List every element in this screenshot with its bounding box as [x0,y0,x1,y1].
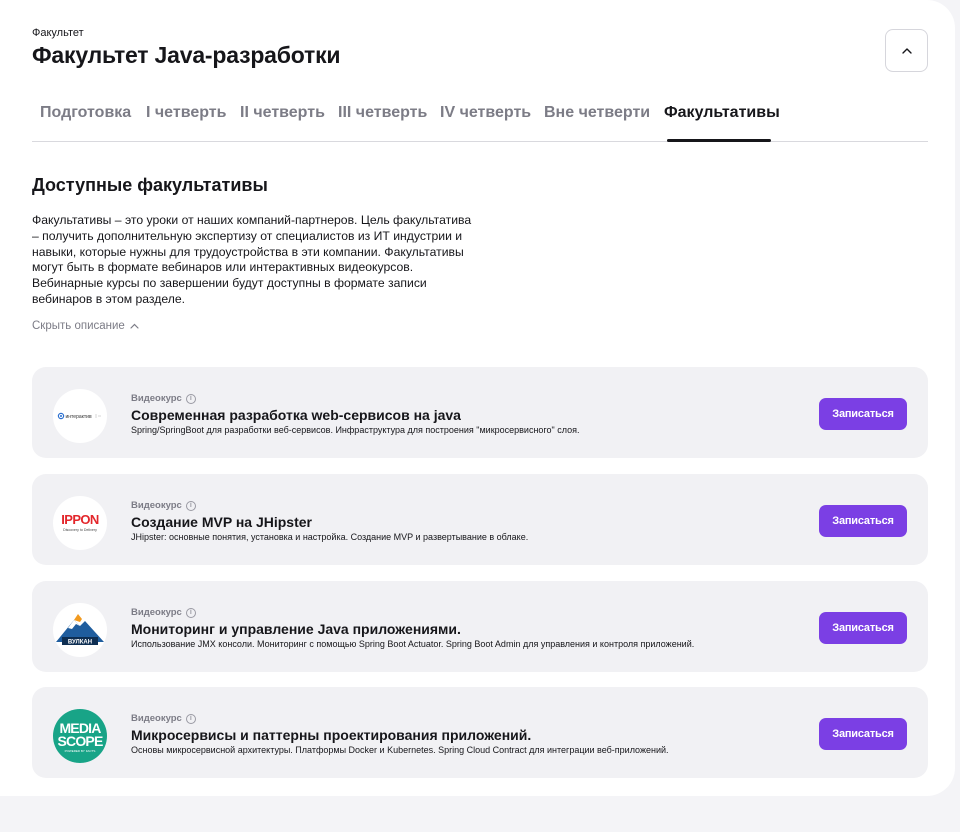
quarter-tabs: Подготовка I четверть II четверть III че… [32,100,928,142]
info-icon[interactable]: i [185,393,196,404]
page-title: Факультет Java-разработки [32,42,341,68]
page-eyebrow: Факультет [32,27,84,39]
logo-subtext: POWERED BY FACTS [65,749,96,753]
course-type: Видеокурс i [131,393,196,404]
active-tab-indicator [667,139,771,142]
info-icon[interactable]: i [185,713,196,724]
interaktiv-logo-icon: интерактив [53,389,107,443]
course-type-label: Видеокурс [131,393,182,404]
logo-text: интерактив [66,414,92,420]
vulkan-logo-icon: ВУЛКАН [53,603,107,657]
course-title: Создание MVP на JHipster [131,514,312,530]
tab-electives[interactable]: Факультативы [664,104,780,122]
course-title: Современная разработка web-сервисов на j… [131,407,461,423]
course-type-label: Видеокурс [131,607,182,618]
tab-quarter-3[interactable]: III четверть [338,104,427,122]
course-type-label: Видеокурс [131,713,182,724]
hide-description-link[interactable]: Скрыть описание [32,320,139,332]
enroll-button[interactable]: Записаться [819,398,907,430]
course-type-label: Видеокурс [131,500,182,511]
course-title: Микросервисы и паттерны проектирования п… [131,727,532,743]
enroll-button[interactable]: Записаться [819,612,907,644]
section-description: Факультативы – это уроки от наших компан… [32,213,472,306]
logo-text: ВУЛКАН [68,640,92,646]
tab-preparation[interactable]: Подготовка [40,104,131,122]
tab-quarter-1[interactable]: I четверть [146,104,226,122]
enroll-button[interactable]: Записаться [819,505,907,537]
course-card: IPPON Discovery to Delivery Видеокурс i … [32,474,928,565]
tab-quarter-4[interactable]: IV четверть [440,104,531,122]
course-card: интерактив Видеокурс i Современная разра… [32,367,928,458]
course-type: Видеокурс i [131,713,196,724]
info-icon[interactable]: i [185,607,196,618]
info-icon[interactable]: i [185,500,196,511]
logo-text: IPPON [61,512,99,527]
course-card: ВУЛКАН Видеокурс i Мониторинг и управлен… [32,581,928,672]
ippon-logo-icon: IPPON Discovery to Delivery [53,496,107,550]
mediascope-logo-icon: MEDIA SCOPE POWERED BY FACTS [53,709,107,763]
course-card: MEDIA SCOPE POWERED BY FACTS Видеокурс i… [32,687,928,778]
course-type: Видеокурс i [131,500,196,511]
logo-subtext: Discovery to Delivery [63,528,97,532]
course-type: Видеокурс i [131,607,196,618]
course-description: Использование JMX консоли. Мониторинг с … [131,639,695,649]
course-title: Мониторинг и управление Java приложениям… [131,621,461,637]
course-description: Spring/SpringBoot для разработки веб-сер… [131,425,580,435]
chevron-up-icon [130,323,139,329]
faculty-card: Факультет Факультет Java-разработки Подг… [0,0,955,796]
collapse-button[interactable] [885,29,928,72]
course-description: Основы микросервисной архитектуры. Платф… [131,745,669,755]
chevron-up-icon [901,47,912,54]
course-description: JHipster: основные понятия, установка и … [131,532,529,542]
tab-outside-quarter[interactable]: Вне четверти [544,104,650,122]
logo-text-2: SCOPE [57,733,102,749]
enroll-button[interactable]: Записаться [819,718,907,750]
section-title: Доступные факультативы [32,175,268,195]
hide-description-label: Скрыть описание [32,320,125,332]
tab-quarter-2[interactable]: II четверть [240,104,325,122]
